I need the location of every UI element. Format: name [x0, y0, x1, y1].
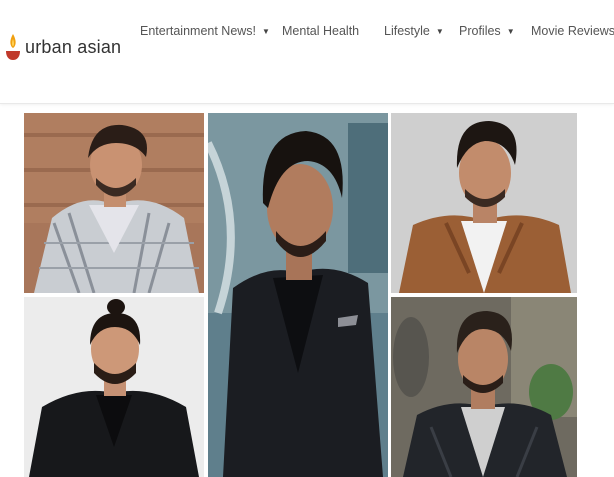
photo-top-left[interactable] [24, 113, 204, 293]
photo-top-right[interactable] [391, 113, 577, 293]
caret-down-icon: ▼ [506, 26, 515, 36]
nav-item-label: Mental Health [282, 24, 360, 38]
caret-down-icon: ▼ [435, 26, 444, 36]
main-nav: Entertainment News! ▼ Mental Health Life… [0, 24, 614, 42]
nav-item-label: Profiles [459, 24, 501, 38]
nav-item-label: Lifestyle [384, 24, 430, 38]
photo-bottom-right[interactable] [391, 297, 577, 477]
caret-down-icon: ▼ [262, 26, 270, 36]
photo-bottom-left[interactable] [24, 297, 204, 477]
photo-center[interactable] [208, 113, 388, 477]
nav-item-movie-reviews[interactable]: Movie Reviews [531, 24, 614, 38]
nav-item-profiles[interactable]: Profiles ▼ [459, 24, 515, 38]
site-header: urban asian Entertainment News! ▼ Mental… [0, 0, 614, 104]
nav-item-lifestyle[interactable]: Lifestyle ▼ [384, 24, 444, 38]
nav-item-mental-health[interactable]: Mental Health [282, 24, 359, 38]
photo-collage [24, 113, 577, 477]
nav-item-entertainment-news[interactable]: Entertainment News! ▼ [140, 24, 270, 38]
nav-item-label: Movie Reviews [531, 24, 614, 38]
nav-item-label: Entertainment News! [140, 24, 257, 38]
